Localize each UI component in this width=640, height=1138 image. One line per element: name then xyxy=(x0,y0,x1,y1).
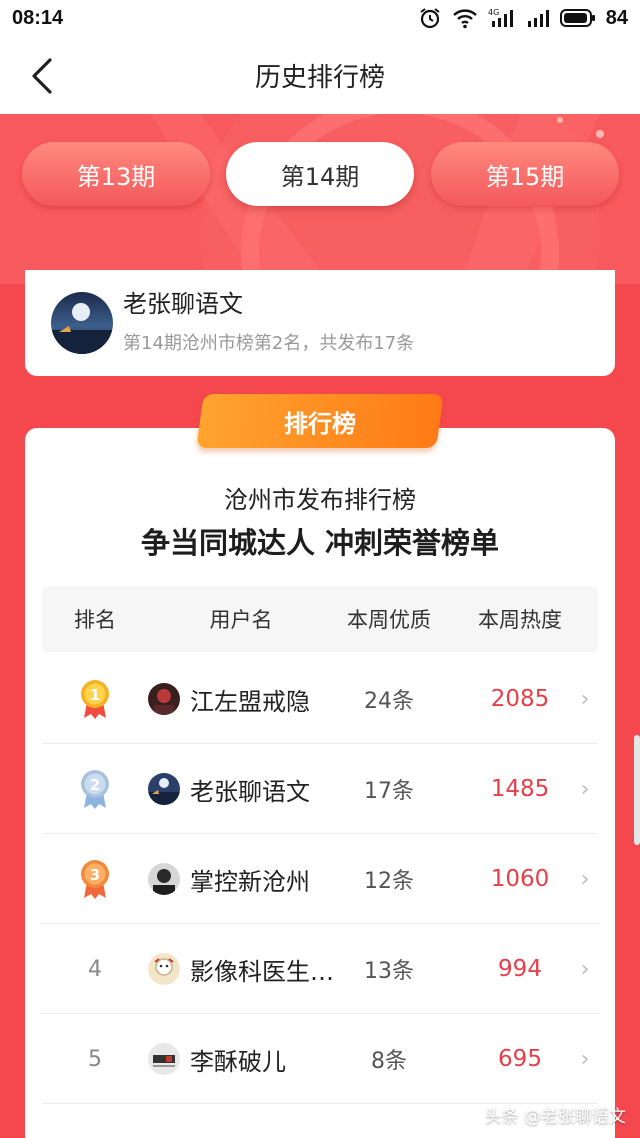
status-time: 08:14 xyxy=(12,6,64,29)
table-row[interactable]: 1 江左盟戒隐 24条 2085 › xyxy=(42,654,598,744)
heat-score: 1485 xyxy=(490,776,550,802)
table-header: 排名 用户名 本周优质 本周热度 xyxy=(42,586,598,652)
back-button[interactable] xyxy=(22,56,62,96)
quality-count: 8条 xyxy=(371,1049,407,1074)
period-tab-14[interactable]: 第14期 xyxy=(226,142,414,206)
chevron-right-icon: › xyxy=(580,866,590,892)
gold-medal-icon: 1 xyxy=(42,654,148,744)
ranking-badge-label: 排行榜 xyxy=(284,409,356,438)
nav-bar: 历史排行榜 xyxy=(0,36,640,114)
table-row[interactable]: 5 李酥破儿 8条 695 › xyxy=(42,1014,598,1104)
watermark: 头条 @老张聊语文 xyxy=(484,1107,626,1127)
battery-icon xyxy=(559,8,596,28)
header-quality: 本周优质 xyxy=(347,608,431,632)
avatar xyxy=(148,953,180,985)
svg-text:1: 1 xyxy=(90,686,100,704)
header-heat: 本周热度 xyxy=(478,608,562,632)
heat-score: 695 xyxy=(498,1046,542,1072)
heat-score: 2085 xyxy=(490,686,550,712)
chevron-right-icon: › xyxy=(580,1046,590,1072)
ranking-slogan: 争当同城达人 冲刺荣誉榜单 xyxy=(140,526,500,560)
table-row[interactable]: 2 老张聊语文 17条 1485 › xyxy=(42,744,598,834)
user-name: 掌控新沧州 xyxy=(190,867,310,896)
profile-rank-summary: 第14期沧州市榜第2名，共发布17条 xyxy=(123,332,415,354)
svg-text:4G: 4G xyxy=(488,8,499,17)
avatar xyxy=(148,773,180,805)
page-title: 历史排行榜 xyxy=(254,62,385,93)
rank-number: 5 xyxy=(88,1046,102,1072)
status-bar: 08:14 4G 84 xyxy=(0,0,640,36)
user-name: 江左盟戒隐 xyxy=(190,687,310,716)
profile-name: 老张聊语文 xyxy=(123,289,243,318)
svg-text:2: 2 xyxy=(90,776,100,794)
quality-count: 17条 xyxy=(364,779,414,804)
avatar xyxy=(148,1043,180,1075)
svg-text:3: 3 xyxy=(90,866,100,884)
avatar xyxy=(148,683,180,715)
cellular-4g-icon: 4G xyxy=(488,7,516,29)
scrollbar-thumb[interactable] xyxy=(634,735,640,845)
avatar xyxy=(51,292,113,354)
wifi-icon xyxy=(452,7,478,29)
user-name: 李酥破儿 xyxy=(190,1047,286,1076)
heat-score: 1060 xyxy=(490,866,550,892)
table-row[interactable]: 4 影像科医生… 13条 994 › xyxy=(42,924,598,1014)
header-username: 用户名 xyxy=(209,608,273,632)
alarm-icon xyxy=(418,6,442,30)
quality-count: 12条 xyxy=(364,869,414,894)
chevron-right-icon: › xyxy=(580,776,590,802)
chevron-right-icon: › xyxy=(580,686,590,712)
avatar xyxy=(148,863,180,895)
chevron-left-icon xyxy=(32,58,52,94)
quality-count: 24条 xyxy=(364,689,414,714)
header-rank: 排名 xyxy=(74,608,116,632)
chevron-right-icon: › xyxy=(580,956,590,982)
period-tab-13[interactable]: 第13期 xyxy=(22,142,210,206)
rank-number: 4 xyxy=(88,956,102,982)
silver-medal-icon: 2 xyxy=(42,744,148,834)
ranking-title: 沧州市发布排行榜 xyxy=(224,486,416,514)
heat-score: 994 xyxy=(498,956,542,982)
user-name: 影像科医生… xyxy=(190,957,334,986)
user-name: 老张聊语文 xyxy=(190,777,310,806)
period-tab-15[interactable]: 第15期 xyxy=(431,142,619,206)
bronze-medal-icon: 3 xyxy=(42,834,148,924)
battery-level: 84 xyxy=(605,6,628,29)
cellular-signal-icon xyxy=(526,7,550,29)
profile-card[interactable]: 老张聊语文 第14期沧州市榜第2名，共发布17条 xyxy=(25,270,615,376)
table-row[interactable]: 3 掌控新沧州 12条 1060 › xyxy=(42,834,598,924)
quality-count: 13条 xyxy=(364,959,414,984)
